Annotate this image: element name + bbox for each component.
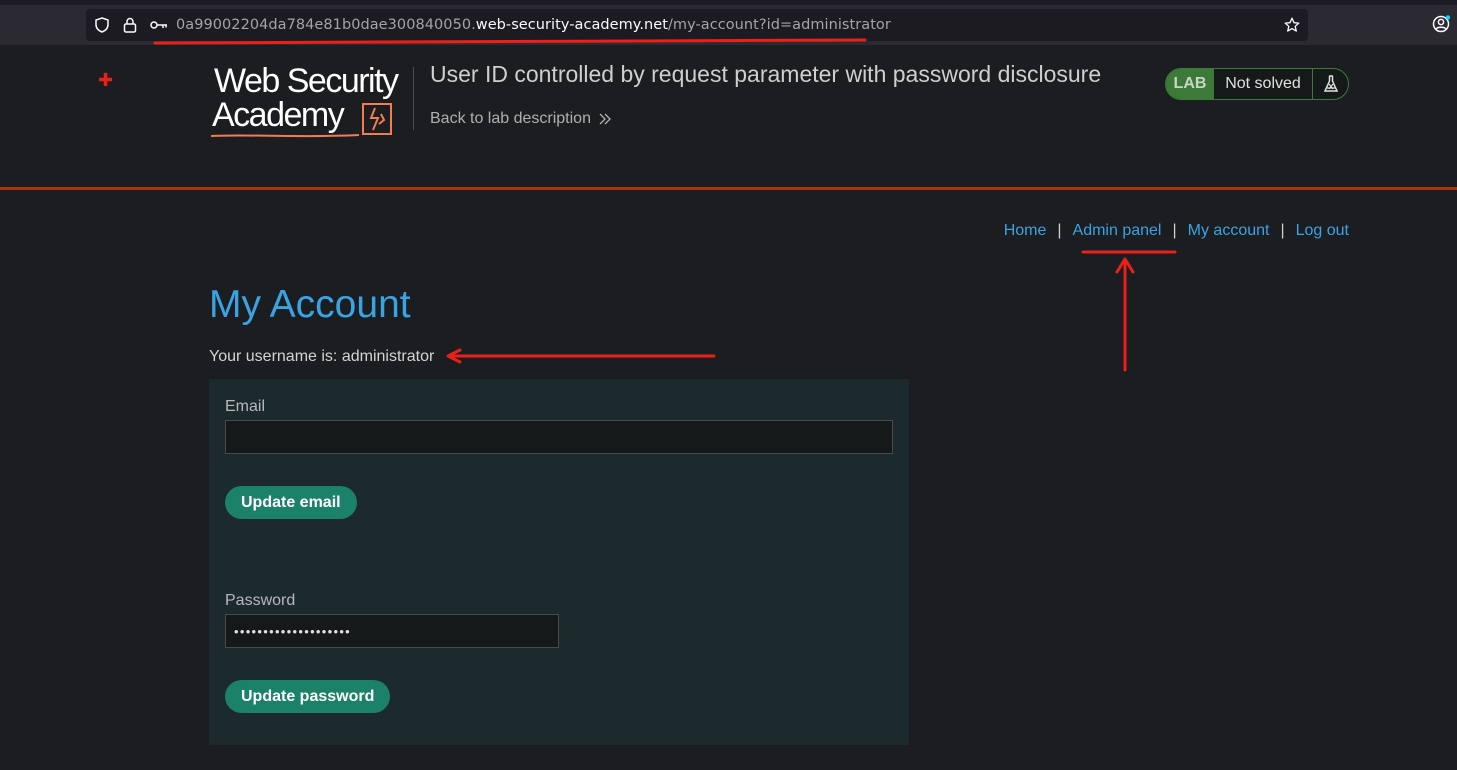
password-label: Password	[225, 592, 296, 609]
update-password-button[interactable]: Update password	[225, 680, 391, 713]
lab-status-widget: LAB Not solved	[1165, 68, 1349, 100]
logo-divider	[413, 67, 414, 130]
password-field[interactable]: ••••••••••••••••••••	[225, 614, 559, 648]
back-link-label: Back to lab description	[430, 110, 591, 127]
top-nav: Home | Admin panel | My account | Log ou…	[1004, 222, 1349, 240]
nav-separator: |	[1057, 222, 1062, 239]
username-text: Your username is: administrator	[209, 348, 435, 365]
update-email-button[interactable]: Update email	[225, 486, 357, 519]
bookmark-star-icon[interactable]	[1282, 9, 1302, 41]
nav-home-link[interactable]: Home	[1004, 222, 1047, 240]
logo-line2: Academy	[212, 96, 345, 134]
up-arrow-head-annotation	[1115, 257, 1135, 274]
web-security-academy-logo[interactable]: Web Security Academy	[210, 63, 410, 141]
page-title: My Account	[209, 283, 411, 326]
url-host: web-security-academy.net	[475, 17, 668, 33]
account-icon[interactable]	[1432, 15, 1451, 38]
lab-status-text: Not solved	[1214, 69, 1313, 99]
key-icon[interactable]	[148, 9, 170, 41]
shield-icon[interactable]	[92, 9, 112, 41]
nav-my-account-link[interactable]: My account	[1188, 222, 1270, 240]
plus-icon: ✚	[98, 70, 114, 90]
lock-icon[interactable]	[120, 9, 140, 41]
account-form-panel: Email Update email Password ••••••••••••…	[209, 379, 909, 745]
nav-log-out-link[interactable]: Log out	[1296, 222, 1349, 240]
address-bar[interactable]: 0a99002204da784e81b0dae300840050.web-sec…	[86, 9, 1308, 41]
lab-header: ✚ Web Security Academy User ID controlle…	[0, 45, 1457, 190]
logo-underline-icon	[210, 134, 360, 138]
flask-icon	[1313, 69, 1348, 99]
nav-separator: |	[1280, 222, 1285, 239]
browser-toolbar: 0a99002204da784e81b0dae300840050.web-sec…	[0, 0, 1457, 45]
logo-bolt-icon	[362, 103, 392, 135]
tab-strip	[0, 0, 1457, 5]
password-value: ••••••••••••••••••••	[234, 623, 352, 639]
nav-separator: |	[1172, 222, 1177, 239]
back-to-lab-description-link[interactable]: Back to lab description	[430, 110, 611, 128]
double-chevron-right-icon	[599, 113, 611, 125]
lab-title: User ID controlled by request parameter …	[430, 61, 1102, 87]
email-label: Email	[225, 398, 266, 415]
url-subdomain: 0a99002204da784e81b0dae300840050.	[176, 17, 476, 33]
url-text[interactable]: 0a99002204da784e81b0dae300840050.web-sec…	[176, 9, 891, 41]
lab-status-badge: LAB	[1166, 69, 1214, 99]
nav-admin-panel-link[interactable]: Admin panel	[1073, 222, 1162, 240]
email-field[interactable]	[225, 420, 893, 454]
logo-line1: Web Security	[214, 62, 399, 100]
left-arrow-head-annotation	[446, 348, 462, 364]
url-path: /my-account?id=administrator	[667, 17, 891, 33]
